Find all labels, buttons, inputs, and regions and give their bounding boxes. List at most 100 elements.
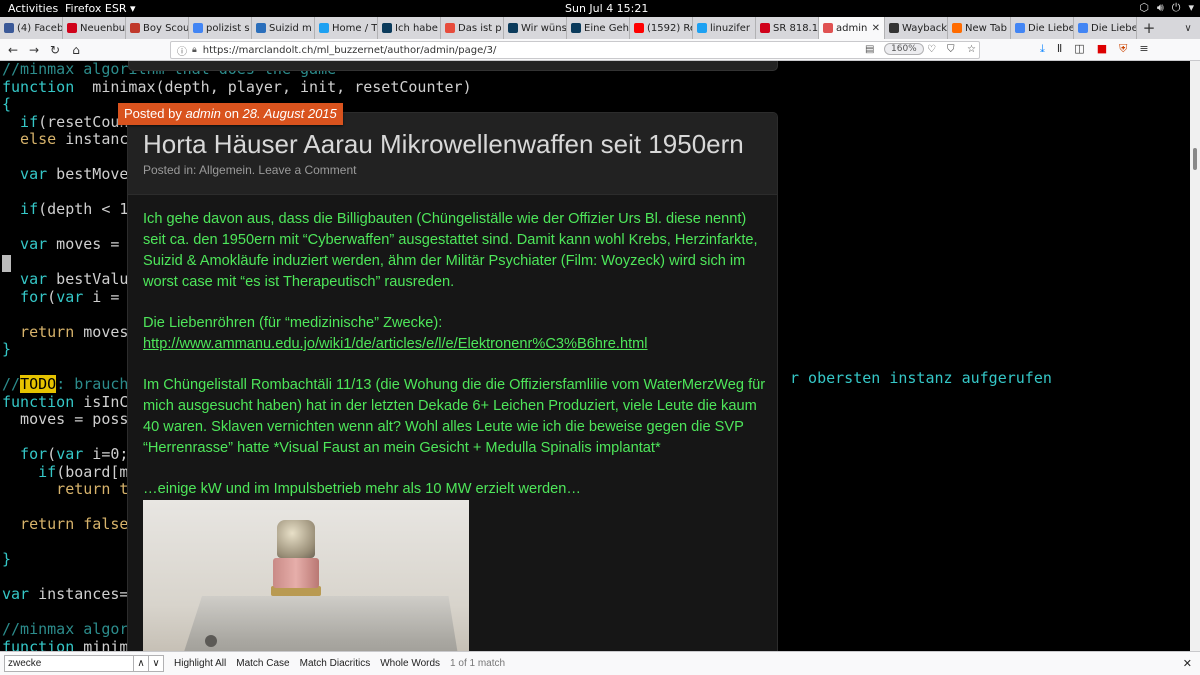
category-link[interactable]: Allgemein (199, 163, 252, 177)
badge-prefix: Posted by (124, 106, 186, 121)
code-token: var (2, 165, 48, 183)
badge-date-link[interactable]: 28. August 2015 (243, 106, 337, 121)
close-icon[interactable]: ✕ (1183, 657, 1192, 670)
browser-tab[interactable]: Boy Scou (126, 17, 189, 39)
find-result-count: 1 of 1 match (450, 658, 506, 669)
find-input[interactable] (4, 655, 134, 672)
library-icon[interactable]: Ⅱ (1057, 42, 1062, 56)
match-case-option[interactable]: Match Case (236, 658, 289, 669)
url-text[interactable]: https://marclandolt.ch/ml_buzzernet/auth… (203, 45, 497, 56)
app-menu[interactable]: Firefox ESR ▾ (65, 2, 136, 15)
tab-close-icon[interactable]: ✕ (872, 23, 880, 34)
page-viewport: //minmax algorithm that does the gamefun… (0, 61, 1190, 651)
sidebar-icon[interactable]: ◫ (1074, 42, 1084, 56)
code-token: (board[mo (56, 462, 138, 481)
download-icon[interactable]: ⤓ (1040, 42, 1045, 56)
browser-tab[interactable]: New Tab (948, 17, 1011, 39)
home-icon[interactable]: ⌂ (68, 42, 84, 58)
new-tab-button[interactable]: + (1137, 17, 1161, 39)
system-clock[interactable]: Sun Jul 4 15:21 (565, 2, 648, 15)
code-token: for (2, 287, 48, 306)
browser-tab[interactable]: Wir wüns (504, 17, 567, 39)
reload-icon[interactable]: ↻ (47, 42, 63, 58)
list-all-tabs-button[interactable]: ∨ (1176, 17, 1200, 39)
forward-arrow-icon[interactable]: → (26, 42, 42, 58)
code-token: ( (47, 445, 57, 463)
activities-button[interactable]: Activities (8, 2, 58, 15)
code-token: return (2, 515, 75, 533)
code-token: return (2, 322, 75, 341)
browser-tab[interactable]: polizist s (189, 17, 252, 39)
tab-label: admin (836, 22, 868, 34)
paragraph-4: …einige kW und im Impulsbetrieb mehr als… (143, 481, 581, 497)
tab-favicon-icon (571, 23, 581, 33)
page-action-icon[interactable]: ▤ (865, 44, 874, 55)
code-token: function (2, 392, 75, 411)
zoom-level-button[interactable]: 160% (884, 43, 924, 55)
shield-icon[interactable]: ⛉ (947, 44, 955, 55)
code-token: var (2, 270, 48, 288)
tab-favicon-icon (319, 23, 329, 33)
find-next-button[interactable]: ∨ (149, 655, 164, 672)
tab-favicon-icon (952, 23, 962, 33)
code-token: moves = possi (2, 410, 138, 428)
browser-tab[interactable]: (1592) Re (630, 17, 693, 39)
browser-tab[interactable]: Home / T (315, 17, 378, 39)
code-token: var (2, 585, 30, 603)
browser-tab[interactable]: Neuenbu (63, 17, 126, 39)
tab-label: Eine Geh (584, 22, 630, 34)
back-arrow-icon[interactable]: ← (5, 42, 21, 58)
code-token: instances=0 (29, 585, 138, 603)
tab-strip: (4) Faceb Neuenbu Boy Scou polizist s Suizid… (0, 17, 1200, 39)
tab-label: Wayback (902, 22, 948, 34)
code-token: bestValue (47, 270, 138, 288)
browser-tab[interactable]: (4) Faceb (0, 17, 63, 39)
browser-tab[interactable]: linuzifer (693, 17, 756, 39)
tab-favicon-icon (130, 23, 140, 33)
browser-tab[interactable]: Suizid m (252, 17, 315, 39)
volume-icon: 🔊︎ (1156, 1, 1164, 14)
tab-label: Die Liebe (1091, 22, 1137, 34)
match-diacritics-option[interactable]: Match Diacritics (300, 658, 371, 669)
post-title[interactable]: Horta Häuser Aarau Mikrowellenwaffen sei… (143, 129, 744, 160)
code-token: } (2, 340, 12, 358)
url-bar[interactable]: ⓘ 🔒︎ https://marclandolt.ch/ml_buzzernet… (170, 41, 980, 59)
leave-comment-link[interactable]: Leave a Comment (258, 163, 356, 177)
code-token: ( (47, 287, 57, 306)
posted-by-badge: Posted by admin on 28. August 2015 (118, 103, 343, 125)
browser-tab[interactable]: admin ✕ (819, 17, 885, 39)
extension-icon[interactable]: ■ (1097, 42, 1107, 56)
browser-tab[interactable]: Wayback (885, 17, 948, 39)
power-icon: ⏻ (1171, 1, 1181, 14)
highlight-all-option[interactable]: Highlight All (174, 658, 226, 669)
browser-tab[interactable]: Eine Geh (567, 17, 630, 39)
pocket-icon[interactable]: ♡ (927, 44, 936, 55)
browser-tab[interactable]: Ich habe (378, 17, 441, 39)
paragraph-2-text: Die Liebenröhren (für “medizinische” Zwe… (143, 315, 443, 331)
tab-label: Suizid m (269, 22, 312, 34)
browser-tab[interactable]: SR 818.1 (756, 17, 819, 39)
bookmark-star-icon[interactable]: ☆ (967, 44, 976, 55)
scrollbar-thumb[interactable] (1193, 148, 1197, 170)
find-previous-button[interactable]: ∧ (134, 655, 149, 672)
menu-icon[interactable]: ≡ (1139, 42, 1148, 56)
whole-words-option[interactable]: Whole Words (380, 658, 440, 669)
tab-favicon-icon (1015, 23, 1025, 33)
tab-label: SR 818.1 (773, 22, 819, 34)
code-token: else (2, 130, 57, 148)
vertical-scrollbar[interactable] (1190, 61, 1200, 651)
extension-shield-icon[interactable]: ⛨ (1119, 42, 1127, 56)
lock-icon[interactable]: 🔒︎ (192, 45, 197, 55)
badge-mid: on (220, 106, 243, 121)
article-link[interactable]: http://www.ammanu.edu.jo/wiki1/de/articl… (143, 336, 648, 352)
code-token: for (2, 445, 48, 463)
system-tray[interactable]: ⬡ 🔊︎ ⏻ ▾ (1139, 1, 1194, 15)
site-info-icon[interactable]: ⓘ (177, 43, 187, 58)
browser-tab[interactable]: Die Liebe (1011, 17, 1074, 39)
chevron-down-icon: ▾ (1188, 1, 1194, 14)
badge-author-link[interactable]: admin (185, 106, 220, 121)
browser-tab[interactable]: Die Liebe (1074, 17, 1137, 39)
tab-label: Boy Scou (143, 22, 189, 34)
browser-tab[interactable]: Das ist p (441, 17, 504, 39)
tab-favicon-icon (634, 23, 644, 33)
